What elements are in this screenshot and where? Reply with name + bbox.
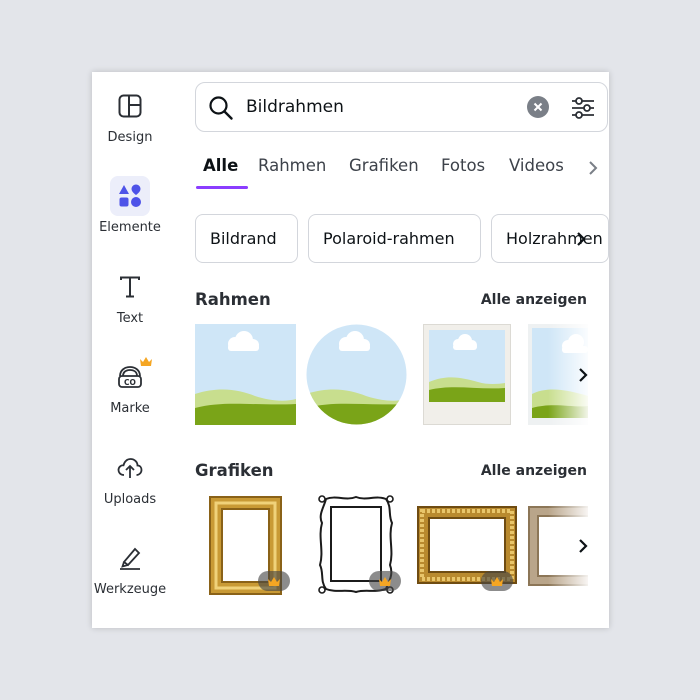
text-icon: [110, 267, 150, 307]
tab-bar: Alle Rahmen Grafiken Fotos Videos: [195, 156, 608, 192]
frame-square-thumbnail[interactable]: [195, 324, 296, 425]
sidebar-item-marke[interactable]: CO Marke: [92, 357, 168, 416]
tab-grafiken[interactable]: Grafiken: [349, 156, 419, 175]
search-input[interactable]: [246, 93, 516, 121]
svg-text:CO: CO: [124, 378, 136, 387]
search-bar: [195, 82, 608, 132]
sidebar-item-label: Design: [107, 130, 153, 145]
elements-panel: Design Elemente Text CO Marke Uploads We…: [92, 72, 609, 628]
tab-alle[interactable]: Alle: [203, 156, 238, 175]
chips-next-button[interactable]: [574, 230, 588, 252]
chevron-right-icon: [579, 539, 588, 553]
chip-holzrahmen[interactable]: Holzrahmen: [491, 214, 609, 263]
shapes-icon: [110, 176, 150, 216]
sidebar-item-elemente[interactable]: Elemente: [92, 176, 168, 235]
sidebar-item-label: Elemente: [99, 220, 161, 235]
search-icon: [208, 95, 234, 125]
frame-circle-thumbnail[interactable]: [306, 324, 407, 425]
sidebar-item-werkzeuge[interactable]: Werkzeuge: [92, 538, 168, 597]
cloud-upload-icon: [110, 448, 150, 488]
chevron-right-icon: [589, 161, 598, 175]
crown-icon: [268, 576, 280, 586]
sidebar-item-label: Werkzeuge: [93, 582, 167, 597]
active-tab-indicator: [196, 186, 248, 189]
premium-badge: [258, 571, 290, 591]
sidebar: Design Elemente Text CO Marke Uploads We…: [92, 72, 168, 628]
sidebar-item-label: Marke: [110, 401, 150, 416]
premium-badge: [481, 571, 513, 591]
sliders-icon: [572, 97, 594, 119]
see-all-rahmen-link[interactable]: Alle anzeigen: [481, 292, 587, 308]
sidebar-item-text[interactable]: Text: [92, 267, 168, 326]
tabs-next-button[interactable]: [586, 158, 600, 182]
section-title-rahmen: Rahmen: [195, 290, 271, 309]
crown-icon: [491, 576, 503, 586]
chevron-right-icon: [579, 368, 588, 382]
frame-polaroid-thumbnail[interactable]: [423, 324, 511, 425]
clear-search-button[interactable]: [527, 96, 549, 118]
sidebar-item-label: Text: [116, 311, 144, 326]
brand-icon: CO: [110, 357, 152, 397]
chip-polaroid-rahmen[interactable]: Polaroid-rahmen: [308, 214, 481, 263]
crown-icon: [379, 576, 391, 586]
chip-bildrand[interactable]: Bildrand: [195, 214, 298, 263]
sidebar-item-design[interactable]: Design: [92, 86, 168, 145]
sidebar-item-uploads[interactable]: Uploads: [92, 448, 168, 507]
section-title-grafiken: Grafiken: [195, 461, 274, 480]
frames-next-button[interactable]: [576, 366, 590, 388]
sidebar-item-label: Uploads: [103, 492, 157, 507]
pen-tool-icon: [110, 538, 150, 578]
tab-fotos[interactable]: Fotos: [441, 156, 485, 175]
see-all-grafiken-link[interactable]: Alle anzeigen: [481, 463, 587, 479]
filter-button[interactable]: [570, 95, 596, 125]
chevron-right-icon: [577, 232, 586, 246]
tab-videos[interactable]: Videos: [509, 156, 564, 175]
close-icon: [533, 102, 543, 112]
premium-badge: [369, 571, 401, 591]
layout-icon: [110, 86, 150, 126]
graphics-next-button[interactable]: [576, 537, 590, 559]
crown-icon: [139, 352, 153, 371]
tab-rahmen[interactable]: Rahmen: [258, 156, 326, 175]
